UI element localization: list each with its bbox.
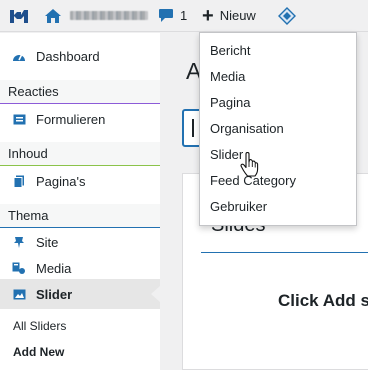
panel-divider [201, 252, 368, 253]
diamond-icon [278, 6, 296, 25]
new-label: Nieuw [219, 8, 256, 23]
sidebar-item-label: Slider [36, 286, 73, 302]
sidebar-item-slider[interactable]: Slider [0, 279, 160, 309]
sidebar-item-paginas[interactable]: Pagina's [0, 166, 160, 196]
admin-bar: 1 + Nieuw [0, 0, 368, 32]
new-content-dropdown: Bericht Media Pagina Organisation Slider… [199, 32, 357, 226]
sidebar-item-label: Media [36, 260, 72, 276]
menu-item-slider[interactable]: Slider [200, 142, 356, 168]
section-header-reacties: Reacties [0, 80, 160, 104]
pin-icon [12, 235, 26, 249]
submenu-all-sliders[interactable]: All Sliders [0, 313, 160, 339]
site-name-blurred [70, 11, 148, 20]
sidebar-item-label: Formulieren [36, 111, 106, 127]
section-header-inhoud: Inhoud [0, 142, 160, 166]
speech-bubble-icon [159, 9, 173, 22]
sidebar-item-label: Site [36, 234, 59, 250]
form-icon [12, 112, 26, 126]
text-caret [192, 119, 194, 137]
comments-link[interactable]: 1 [150, 0, 194, 32]
sidebar-item-formulieren[interactable]: Formulieren [0, 104, 160, 134]
menu-item-media[interactable]: Media [200, 64, 356, 90]
plus-icon: + [202, 4, 214, 27]
menu-item-feed-category[interactable]: Feed Category [200, 168, 356, 194]
dashboard-icon [12, 49, 26, 63]
site-home-link[interactable] [38, 0, 150, 32]
section-header-thema: Thema [0, 204, 160, 228]
menu-item-organisation[interactable]: Organisation [200, 116, 356, 142]
home-icon [45, 8, 61, 23]
admin-sidebar: Dashboard Reacties Formulieren Inhoud Pa… [0, 33, 160, 370]
hand-pointer-icon [240, 152, 259, 177]
sidebar-item-dashboard[interactable]: Dashboard [0, 41, 160, 71]
diamond-button[interactable] [274, 0, 300, 32]
slider-icon [12, 287, 26, 301]
menu-item-bericht[interactable]: Bericht [200, 38, 356, 64]
menu-item-pagina[interactable]: Pagina [200, 90, 356, 116]
sidebar-item-label: Dashboard [36, 48, 100, 64]
menu-item-gebruiker[interactable]: Gebruiker [200, 194, 356, 220]
comments-count: 1 [180, 8, 188, 23]
site-logo-button[interactable] [0, 0, 38, 32]
sidebar-item-label: Pagina's [36, 173, 86, 189]
new-content-button[interactable]: + Nieuw [194, 0, 274, 32]
media-icon [12, 261, 26, 275]
empty-state-message: Click Add s [278, 291, 368, 310]
current-menu-arrow [151, 286, 160, 302]
site-logo-icon [10, 9, 28, 23]
pages-icon [12, 174, 26, 188]
submenu-add-new[interactable]: Add New [0, 339, 160, 365]
